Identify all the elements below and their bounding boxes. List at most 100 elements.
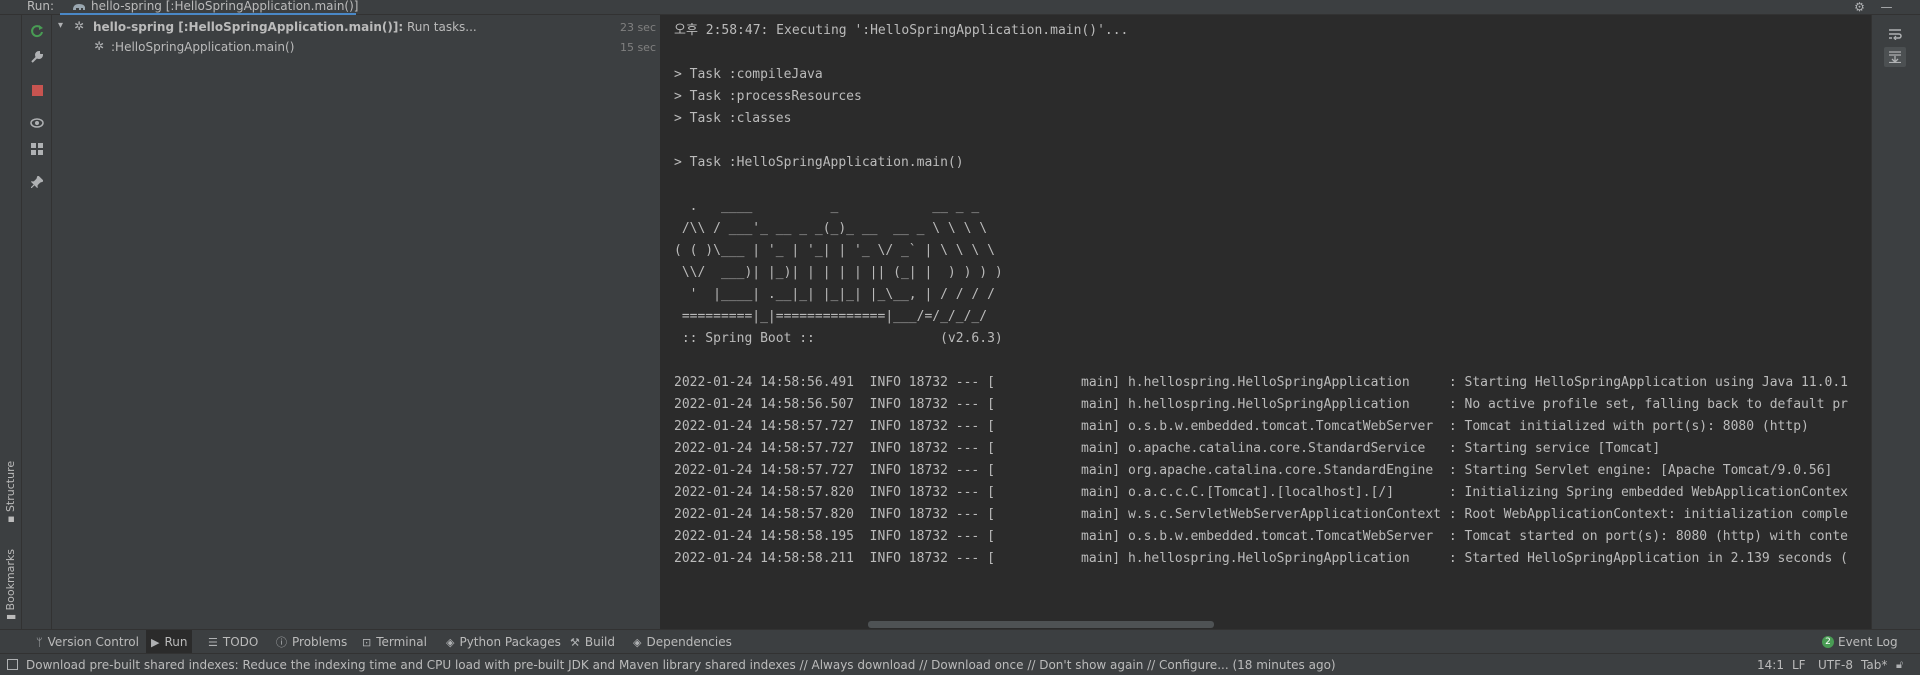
horizontal-scrollbar[interactable] [661, 619, 1871, 629]
structure-icon: ▪ [4, 512, 17, 523]
layers-icon: ◈ [446, 635, 455, 649]
event-log-label: Event Log [1838, 635, 1898, 649]
console-line: /\\ / ___'_ __ _ _(_)_ __ __ _ \ \ \ \ [674, 221, 988, 236]
wrench-icon [31, 50, 44, 63]
eye-icon [30, 118, 44, 128]
gear-icon[interactable]: ⚙ [1853, 1, 1866, 13]
console-line: 2022-01-24 14:58:58.195 INFO 18732 --- [… [674, 529, 1848, 544]
layout-grid-icon [31, 143, 43, 155]
pin-tab-button[interactable] [29, 174, 45, 190]
console-output[interactable]: 오후 2:58:47: Executing ':HelloSpringAppli… [661, 15, 1871, 629]
hammer-icon: ⚒ [570, 635, 580, 649]
console-line: 2022-01-24 14:58:57.727 INFO 18732 --- [… [674, 419, 1809, 434]
info-icon: ⓘ [276, 636, 287, 649]
status-message[interactable]: Download pre-built shared indexes: Reduc… [26, 658, 1336, 672]
build-label: Build [584, 635, 615, 649]
tree-row-child[interactable]: ✲ :HelloSpringApplication.main() 15 sec [52, 37, 661, 57]
run-toolbar [22, 15, 52, 629]
layers-icon: ◈ [633, 635, 642, 649]
spinner-icon: ✲ [94, 39, 105, 53]
console-line: 2022-01-24 14:58:58.211 INFO 18732 --- [… [674, 551, 1848, 566]
python-packages-label: Python Packages [459, 635, 561, 649]
event-log-tab[interactable]: 2 Event Log [1817, 630, 1903, 654]
branch-icon: ᛘ [36, 635, 43, 649]
version-control-tab[interactable]: ᛘ Version Control [31, 630, 144, 654]
terminal-label: Terminal [376, 635, 427, 649]
version-control-label: Version Control [47, 635, 139, 649]
structure-tab[interactable]: ▪ Structure [4, 461, 17, 523]
spinner-icon: ✲ [74, 19, 85, 33]
console-line: ' |____| .__|_| |_|_| |_\__, | / / / / [674, 287, 995, 302]
console-line: 2022-01-24 14:58:57.820 INFO 18732 --- [… [674, 485, 1848, 500]
build-tab[interactable]: ⚒ Build [565, 630, 620, 654]
caret-position[interactable]: 14:1 [1757, 658, 1784, 672]
problems-label: Problems [292, 635, 348, 649]
list-icon: ☰ [208, 635, 218, 649]
status-bar: Download pre-built shared indexes: Reduc… [0, 653, 1920, 675]
run-label-bottom: Run [164, 635, 188, 649]
scroll-to-end-button[interactable] [1884, 47, 1906, 67]
lock-icon[interactable]: 🔓︎ [1896, 658, 1903, 672]
bookmark-icon: ▮ [4, 610, 17, 620]
indent-setting[interactable]: Tab* [1861, 658, 1887, 672]
run-tab-title: hello-spring [:HelloSpringApplication.ma… [91, 0, 359, 13]
run-tab-button[interactable]: ▶ Run [146, 630, 193, 654]
console-line: > Task :compileJava [674, 67, 823, 82]
event-log-count-badge: 2 [1822, 636, 1834, 648]
todo-label: TODO [222, 635, 259, 649]
console-line: > Task :classes [674, 111, 792, 126]
bookmarks-tab[interactable]: ▮ Bookmarks [4, 549, 17, 620]
todo-tab[interactable]: ☰ TODO [203, 630, 263, 654]
console-line: =========|_|==============|___/=/_/_/_/ [674, 309, 988, 324]
tree-row-root[interactable]: ▾ ✲ hello-spring [:HelloSpringApplicatio… [52, 17, 661, 37]
run-label: Run: [27, 0, 55, 13]
dependencies-label: Dependencies [646, 635, 732, 649]
rerun-button[interactable] [29, 23, 45, 39]
console-line: \\/ ___)| |_)| | | | | || (_| | ) ) ) ) [674, 265, 1003, 280]
stop-icon [31, 84, 43, 96]
console-line: 2022-01-24 14:58:57.820 INFO 18732 --- [… [674, 507, 1848, 522]
scroll-to-end-icon [1889, 51, 1901, 63]
layout-button[interactable] [29, 141, 45, 157]
gradle-elephant-icon [73, 4, 85, 10]
rerun-icon [31, 25, 43, 38]
play-icon: ▶ [151, 635, 160, 649]
tree-root-label: hello-spring [:HelloSpringApplication.ma… [93, 20, 477, 34]
console-line: 오후 2:58:47: Executing ':HelloSpringAppli… [674, 23, 1129, 38]
problems-tab[interactable]: ⓘ Problems [271, 630, 352, 654]
tree-child-label: :HelloSpringApplication.main() [111, 40, 295, 54]
left-tool-strip: ▪ Structure ▮ Bookmarks [0, 15, 22, 629]
soft-wrap-button[interactable] [1884, 24, 1906, 44]
expand-arrow-icon[interactable]: ▾ [58, 20, 63, 31]
show-watches-button[interactable] [29, 115, 45, 131]
console-line: 2022-01-24 14:58:57.727 INFO 18732 --- [… [674, 441, 1661, 456]
console-line: 2022-01-24 14:58:56.491 INFO 18732 --- [… [674, 375, 1848, 390]
console-line: 2022-01-24 14:58:57.727 INFO 18732 --- [… [674, 463, 1833, 478]
run-tab[interactable]: hello-spring [:HelloSpringApplication.ma… [60, 0, 359, 15]
tool-window-bar: ᛘ Version Control ▶ Run ☰ TODO ⓘ Problems ⊡ T… [0, 629, 1920, 654]
tree-child-time: 15 sec [619, 41, 656, 54]
python-packages-tab[interactable]: ◈ Python Packages [441, 630, 566, 654]
tree-root-time: 23 sec [619, 21, 656, 34]
minimize-icon[interactable]: — [1880, 1, 1893, 13]
console-line: > Task :HelloSpringApplication.main() [674, 155, 964, 170]
console-line: > Task :processResources [674, 89, 862, 104]
run-tool-window-header: Run: hello-spring [:HelloSpringApplicati… [0, 0, 1920, 15]
bookmarks-label: Bookmarks [4, 548, 17, 611]
settings-wrench-button[interactable] [29, 49, 45, 65]
file-encoding[interactable]: UTF-8 [1818, 658, 1853, 672]
console-line: 2022-01-24 14:58:56.507 INFO 18732 --- [… [674, 397, 1848, 412]
scrollbar-thumb[interactable] [868, 621, 1214, 628]
terminal-tab[interactable]: ⊡ Terminal [357, 630, 432, 654]
dependencies-tab[interactable]: ◈ Dependencies [628, 630, 737, 654]
console-lines: 오후 2:58:47: Executing ':HelloSpringAppli… [674, 20, 1848, 570]
tree-root-status: Run tasks... [403, 20, 477, 34]
toggle-tool-windows-icon[interactable] [7, 659, 18, 670]
console-line: :: Spring Boot :: (v2.6.3) [674, 331, 1003, 346]
stop-button[interactable] [29, 82, 45, 98]
console-line: . ____ _ __ _ _ [674, 199, 980, 214]
console-line: ( ( )\___ | '_ | '_| | '_ \/ _` | \ \ \ … [674, 243, 995, 258]
line-separator[interactable]: LF [1792, 658, 1806, 672]
